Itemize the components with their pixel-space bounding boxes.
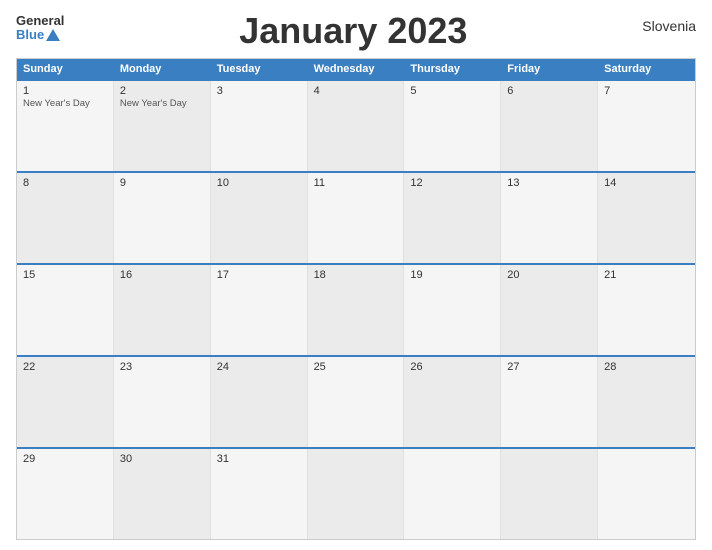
cal-cell-9: 9 — [114, 173, 211, 263]
day-number: 25 — [314, 361, 398, 373]
cal-cell-21: 21 — [598, 265, 695, 355]
cal-cell-5: 5 — [404, 81, 501, 171]
day-number: 14 — [604, 177, 689, 189]
header-cell-thursday: Thursday — [404, 59, 501, 79]
calendar-body: 1New Year's Day2New Year's Day3456789101… — [17, 79, 695, 539]
day-number: 29 — [23, 453, 107, 465]
cal-cell-27: 27 — [501, 357, 598, 447]
day-number: 19 — [410, 269, 494, 281]
calendar-week-1: 1New Year's Day2New Year's Day34567 — [17, 79, 695, 171]
day-number: 11 — [314, 177, 398, 189]
logo-triangle-icon — [46, 29, 60, 41]
day-number: 12 — [410, 177, 494, 189]
cal-cell-15: 15 — [17, 265, 114, 355]
page: General Blue January 2023 Slovenia Sunda… — [0, 0, 712, 550]
country-label: Slovenia — [642, 18, 696, 34]
day-number: 15 — [23, 269, 107, 281]
day-number: 26 — [410, 361, 494, 373]
cal-cell-22: 22 — [17, 357, 114, 447]
calendar: SundayMondayTuesdayWednesdayThursdayFrid… — [16, 58, 696, 540]
day-number: 18 — [314, 269, 398, 281]
cal-cell-8: 8 — [17, 173, 114, 263]
header-cell-sunday: Sunday — [17, 59, 114, 79]
cal-cell-24: 24 — [211, 357, 308, 447]
calendar-header: SundayMondayTuesdayWednesdayThursdayFrid… — [17, 59, 695, 79]
cal-cell-16: 16 — [114, 265, 211, 355]
day-number: 30 — [120, 453, 204, 465]
cal-cell-13: 13 — [501, 173, 598, 263]
cal-cell-26: 26 — [404, 357, 501, 447]
cal-cell-31: 31 — [211, 449, 308, 539]
cal-cell-17: 17 — [211, 265, 308, 355]
logo: General Blue — [16, 14, 64, 43]
calendar-week-3: 15 16 17 18 19 20 21 — [17, 263, 695, 355]
cal-cell-11: 11 — [308, 173, 405, 263]
calendar-week-4: 22 23 24 25 26 27 28 — [17, 355, 695, 447]
day-number: 24 — [217, 361, 301, 373]
cal-cell-3: 3 — [211, 81, 308, 171]
day-number: 4 — [314, 85, 398, 97]
day-number: 3 — [217, 85, 301, 97]
cal-cell-2: 2New Year's Day — [114, 81, 211, 171]
day-number: 22 — [23, 361, 107, 373]
header-cell-monday: Monday — [114, 59, 211, 79]
day-number: 7 — [604, 85, 689, 97]
calendar-week-5: 29 30 31 — [17, 447, 695, 539]
header-cell-saturday: Saturday — [598, 59, 695, 79]
cal-cell-19: 19 — [404, 265, 501, 355]
logo-blue-text: Blue — [16, 28, 44, 42]
cal-cell-empty-3 — [308, 449, 405, 539]
holiday-label: New Year's Day — [23, 98, 107, 109]
header-cell-wednesday: Wednesday — [308, 59, 405, 79]
day-number: 5 — [410, 85, 494, 97]
cal-cell-6: 6 — [501, 81, 598, 171]
header-cell-friday: Friday — [501, 59, 598, 79]
cal-cell-23: 23 — [114, 357, 211, 447]
cal-cell-30: 30 — [114, 449, 211, 539]
cal-cell-4: 4 — [308, 81, 405, 171]
calendar-week-2: 8 9 10 11 12 13 14 — [17, 171, 695, 263]
day-number: 13 — [507, 177, 591, 189]
cal-cell-25: 25 — [308, 357, 405, 447]
cal-cell-14: 14 — [598, 173, 695, 263]
cal-cell-28: 28 — [598, 357, 695, 447]
month-title: January 2023 — [64, 10, 642, 52]
day-number: 6 — [507, 85, 591, 97]
day-number: 28 — [604, 361, 689, 373]
day-number: 10 — [217, 177, 301, 189]
day-number: 27 — [507, 361, 591, 373]
cal-cell-10: 10 — [211, 173, 308, 263]
day-number: 16 — [120, 269, 204, 281]
cal-cell-12: 12 — [404, 173, 501, 263]
cal-cell-20: 20 — [501, 265, 598, 355]
day-number: 1 — [23, 85, 107, 97]
holiday-label: New Year's Day — [120, 98, 204, 109]
day-number: 2 — [120, 85, 204, 97]
day-number: 17 — [217, 269, 301, 281]
day-number: 21 — [604, 269, 689, 281]
day-number: 8 — [23, 177, 107, 189]
day-number: 20 — [507, 269, 591, 281]
logo-general-text: General — [16, 14, 64, 28]
cal-cell-empty-5 — [501, 449, 598, 539]
cal-cell-empty-4 — [404, 449, 501, 539]
cal-cell-1: 1New Year's Day — [17, 81, 114, 171]
day-number: 31 — [217, 453, 301, 465]
day-number: 23 — [120, 361, 204, 373]
cal-cell-18: 18 — [308, 265, 405, 355]
day-number: 9 — [120, 177, 204, 189]
cal-cell-29: 29 — [17, 449, 114, 539]
cal-cell-7: 7 — [598, 81, 695, 171]
header-cell-tuesday: Tuesday — [211, 59, 308, 79]
header: General Blue January 2023 Slovenia — [16, 14, 696, 52]
cal-cell-empty-6 — [598, 449, 695, 539]
